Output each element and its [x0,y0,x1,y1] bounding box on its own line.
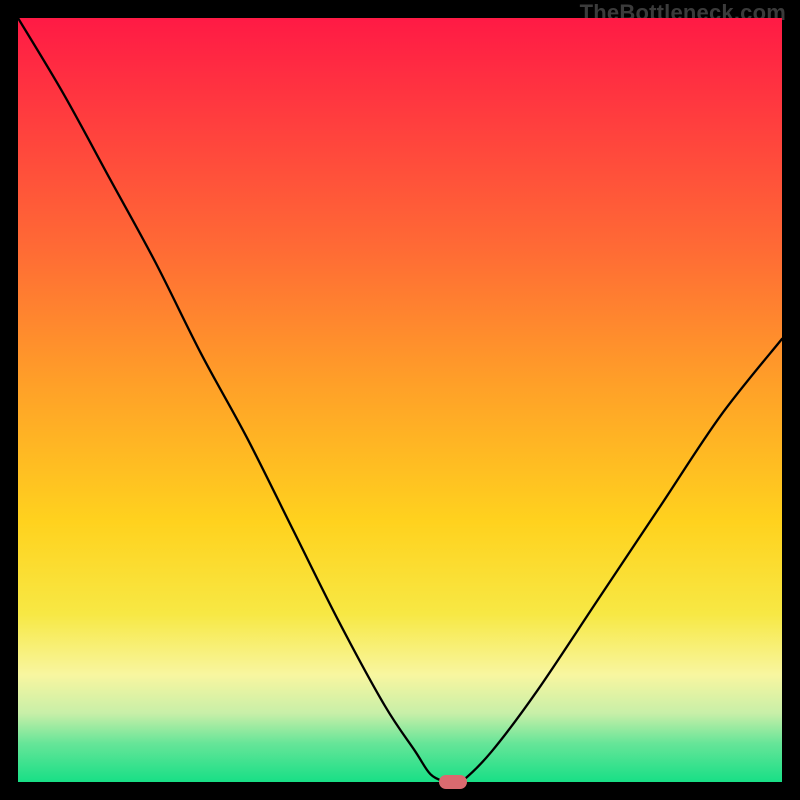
optimal-marker [439,775,467,789]
bottleneck-curve [18,18,782,782]
curve-svg [18,18,782,782]
plot-area [18,18,782,782]
chart-stage: TheBottleneck.com [0,0,800,800]
